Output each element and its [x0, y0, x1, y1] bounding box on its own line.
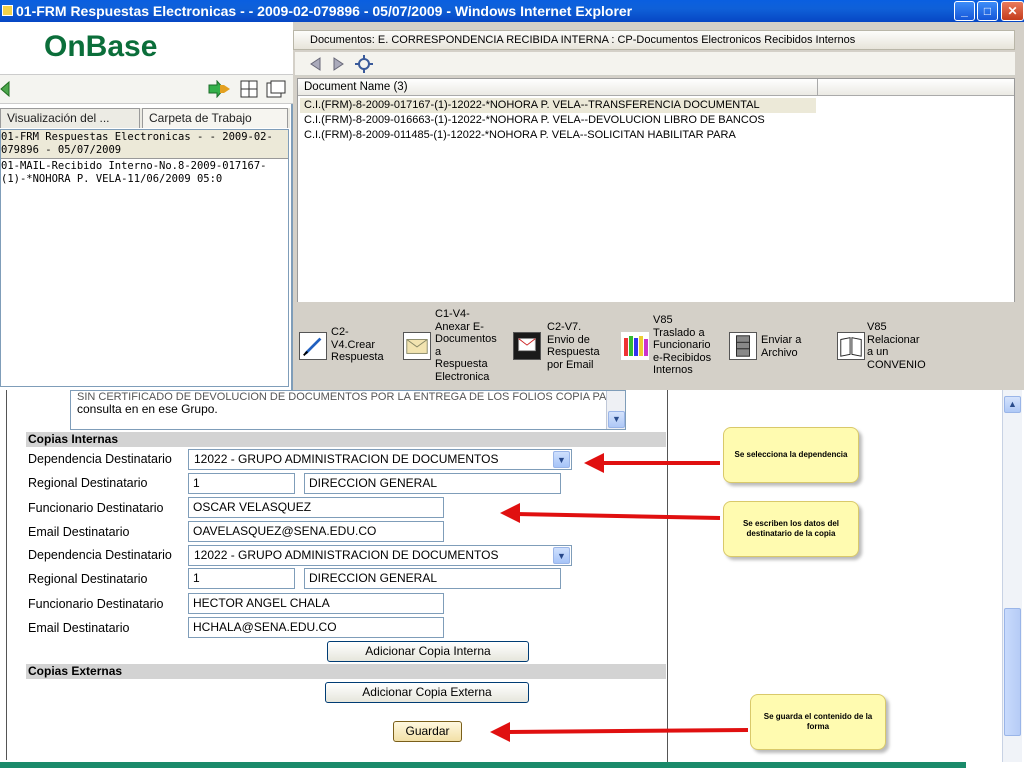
arrow-to-destinatario [500, 503, 721, 523]
arrow-to-guardar [490, 722, 749, 742]
bottom-status-strip [0, 762, 966, 768]
annotation-arrows [490, 453, 749, 742]
arrow-to-dependencia [584, 453, 720, 473]
